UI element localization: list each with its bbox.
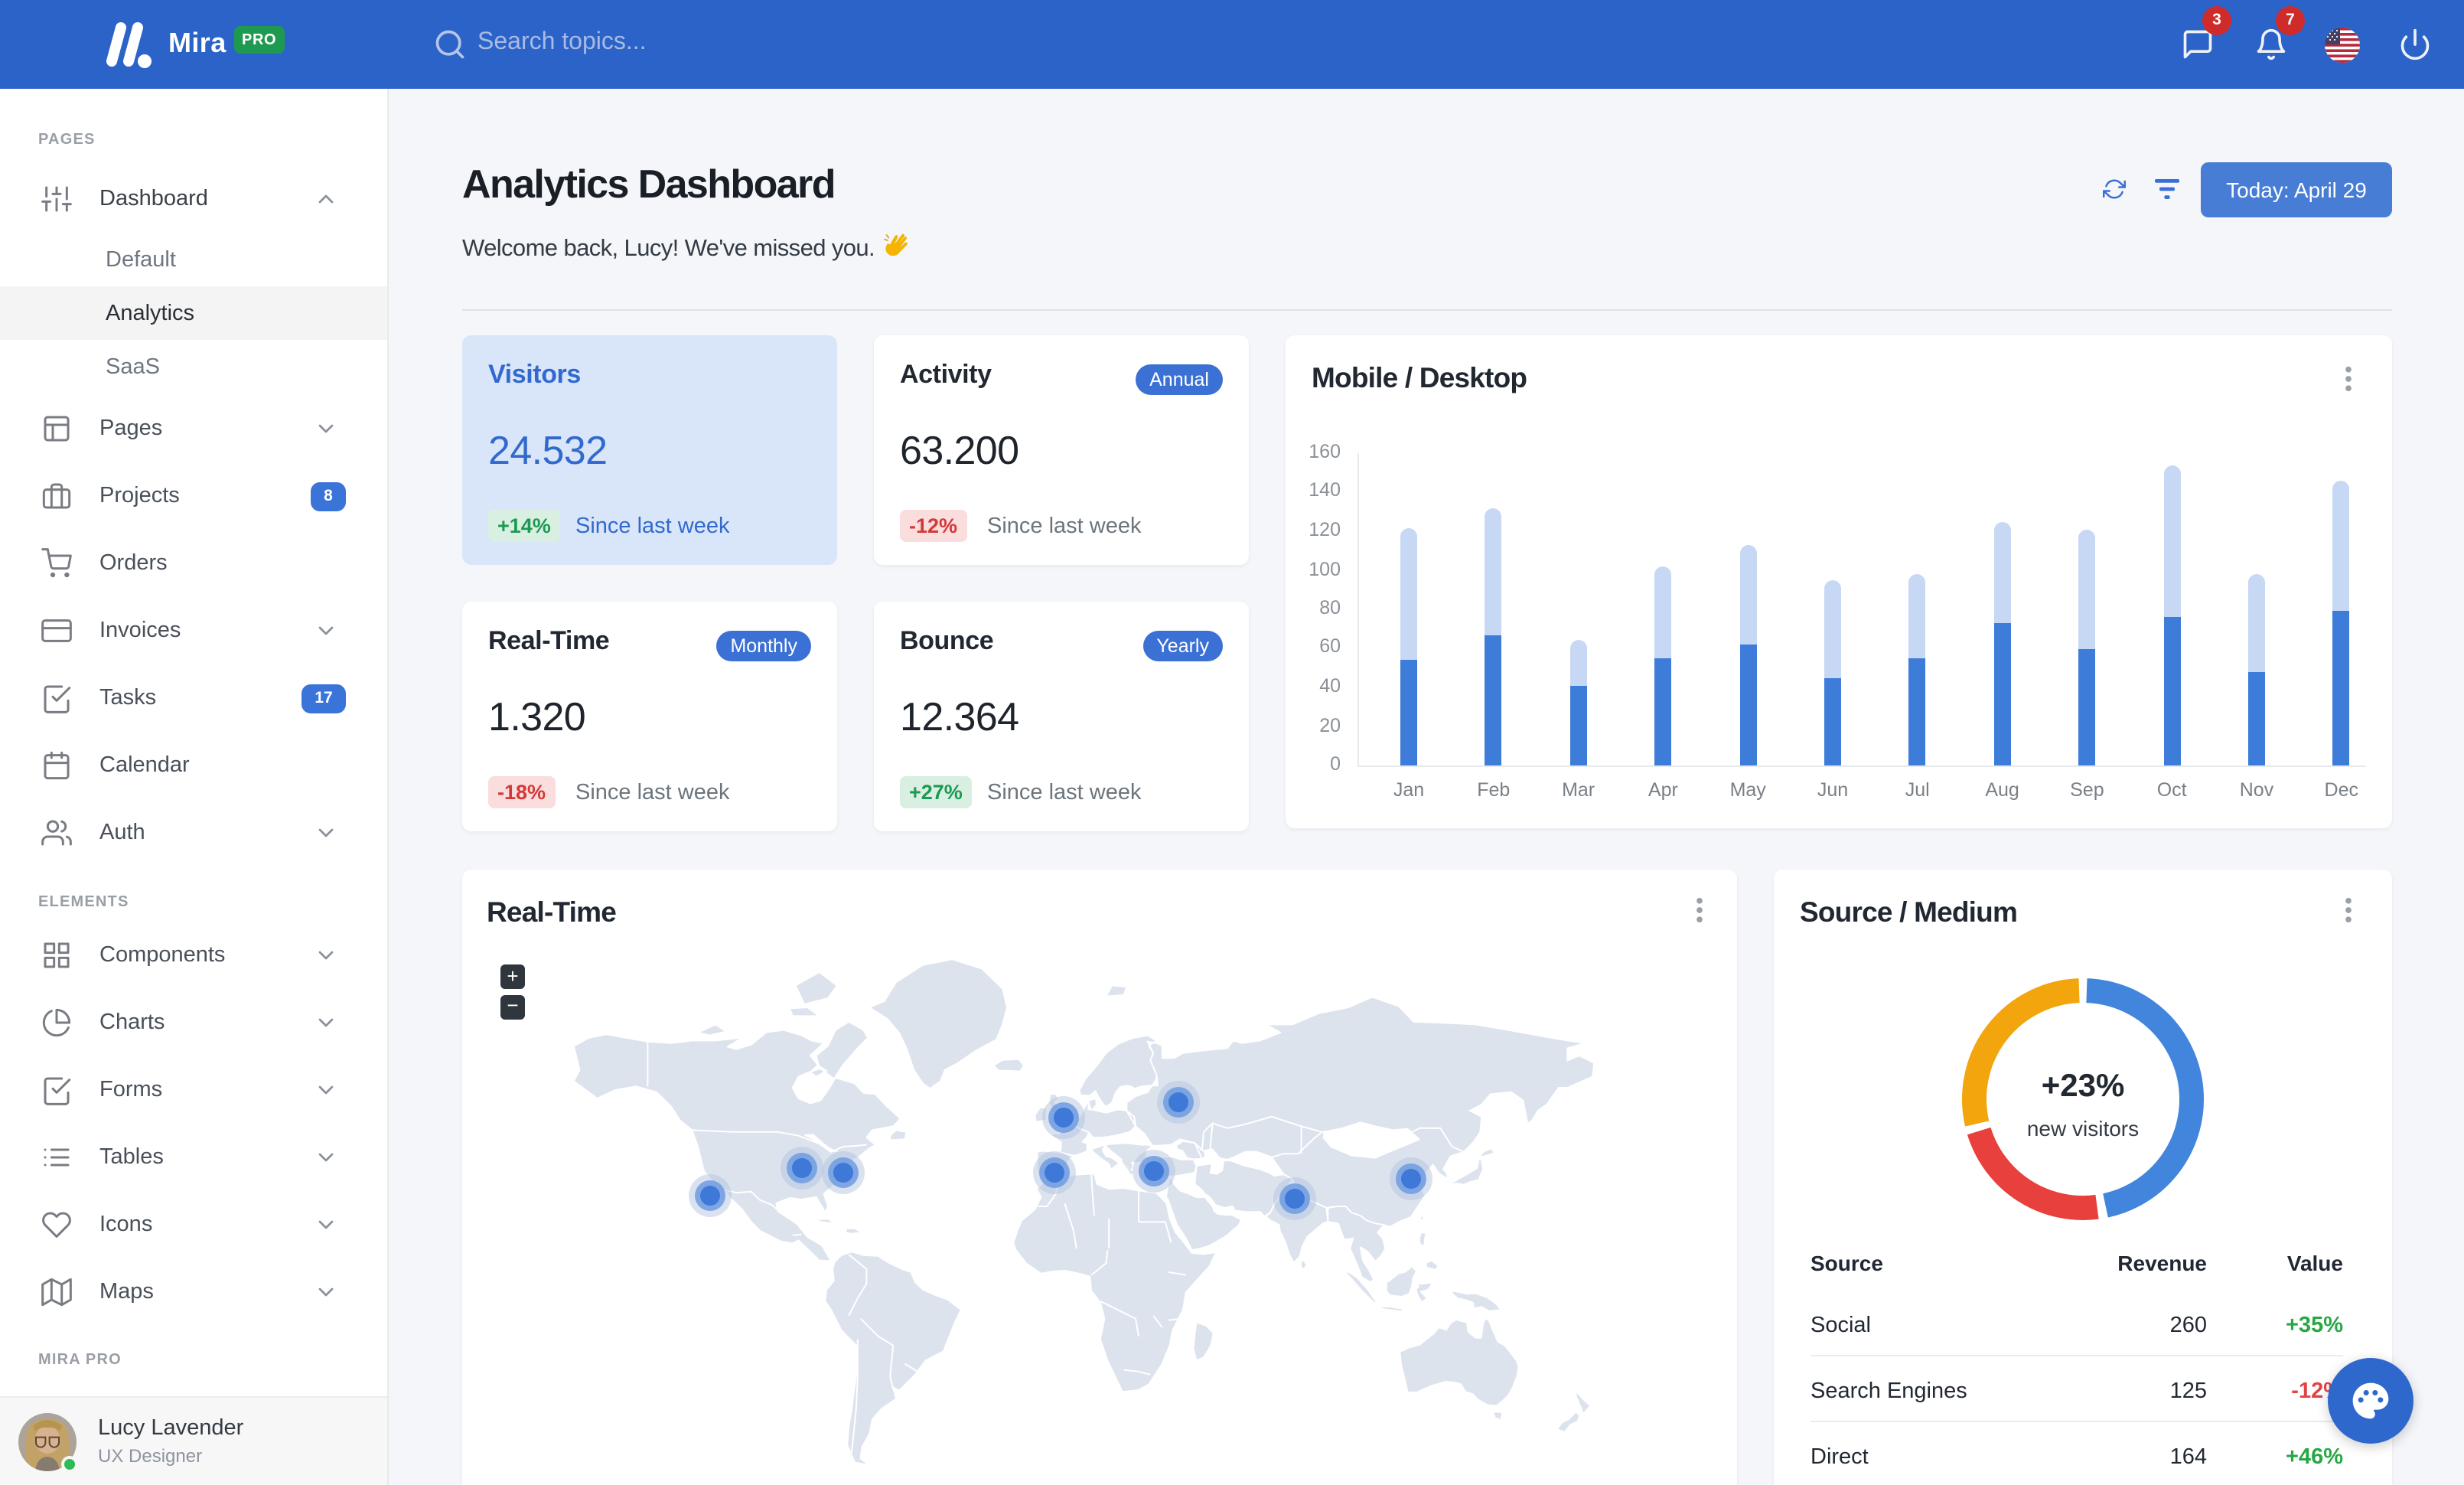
- svg-text:+23%: +23%: [2042, 1067, 2125, 1103]
- svg-text:new visitors: new visitors: [2027, 1117, 2139, 1141]
